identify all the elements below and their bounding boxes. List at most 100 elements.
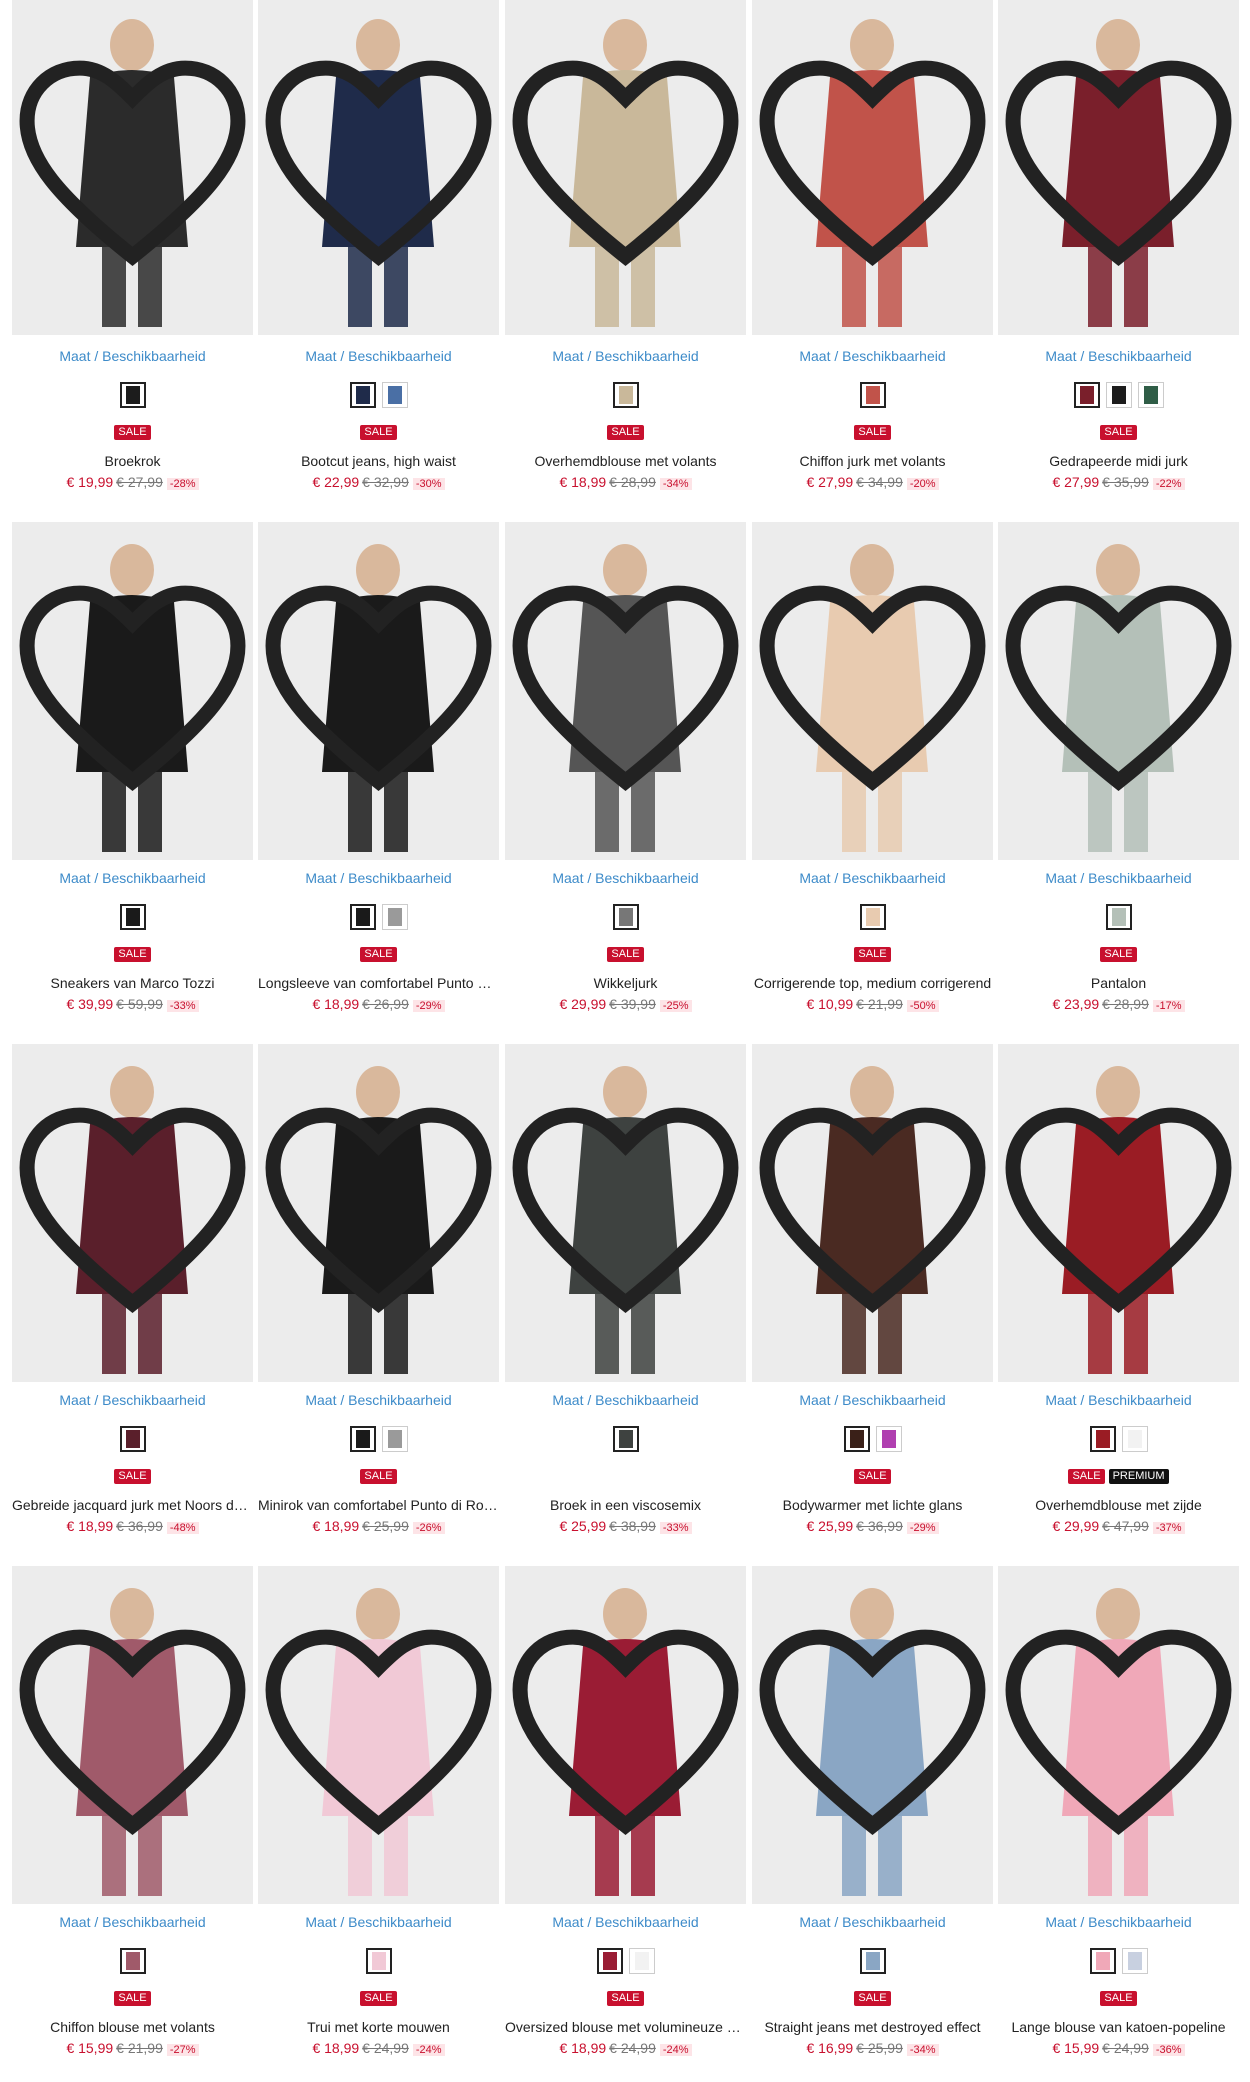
product-name[interactable]: Broekrok [12, 453, 253, 469]
product-name[interactable]: Longsleeve van comfortabel Punto di Roma [258, 975, 499, 991]
product-image[interactable] [998, 522, 1239, 860]
product-card[interactable]: Maat / Beschikbaarheid SALE Minirok van … [258, 1044, 499, 1544]
size-availability-link[interactable]: Maat / Beschikbaarheid [998, 1392, 1239, 1408]
color-swatch[interactable] [119, 1426, 146, 1452]
heart-icon[interactable] [258, 522, 499, 860]
color-swatch[interactable] [843, 1426, 870, 1452]
heart-icon[interactable] [12, 0, 253, 335]
color-swatch[interactable] [628, 1948, 655, 1974]
size-availability-link[interactable]: Maat / Beschikbaarheid [258, 1392, 499, 1408]
color-swatch[interactable] [119, 1948, 146, 1974]
product-image[interactable] [752, 1566, 993, 1904]
product-name[interactable]: Gebreide jacquard jurk met Noors dessin [12, 1497, 253, 1513]
heart-icon[interactable] [998, 1566, 1239, 1904]
product-card[interactable]: Maat / Beschikbaarheid SALE Straight jea… [752, 1566, 993, 2066]
size-availability-link[interactable]: Maat / Beschikbaarheid [998, 348, 1239, 364]
product-name[interactable]: Chiffon jurk met volants [752, 453, 993, 469]
product-card[interactable]: Maat / Beschikbaarheid SALE Bodywarmer m… [752, 1044, 993, 1544]
heart-icon[interactable] [258, 0, 499, 335]
color-swatch[interactable] [1121, 1948, 1148, 1974]
product-image[interactable] [752, 522, 993, 860]
size-availability-link[interactable]: Maat / Beschikbaarheid [12, 1914, 253, 1930]
size-availability-link[interactable]: Maat / Beschikbaarheid [258, 1914, 499, 1930]
product-image[interactable] [505, 1566, 746, 1904]
product-card[interactable]: Maat / Beschikbaarheid SALE Sneakers van… [12, 522, 253, 1022]
heart-icon[interactable] [12, 1044, 253, 1382]
color-swatch[interactable] [596, 1948, 623, 1974]
color-swatch[interactable] [1073, 382, 1100, 408]
product-card[interactable]: Maat / Beschikbaarheid SALE Lange blouse… [998, 1566, 1239, 2066]
product-card[interactable]: Maat / Beschikbaarheid SALE Trui met kor… [258, 1566, 499, 2066]
color-swatch[interactable] [119, 904, 146, 930]
size-availability-link[interactable]: Maat / Beschikbaarheid [12, 348, 253, 364]
product-name[interactable]: Overhemdblouse met volants [505, 453, 746, 469]
product-image[interactable] [258, 522, 499, 860]
product-card[interactable]: Maat / Beschikbaarheid SALE Broekrok € 1… [12, 0, 253, 500]
color-swatch[interactable] [859, 382, 886, 408]
product-card[interactable]: Maat / Beschikbaarheid SALE PREMIUM Overh… [998, 1044, 1239, 1544]
heart-icon[interactable] [998, 0, 1239, 335]
product-image[interactable] [998, 1566, 1239, 1904]
size-availability-link[interactable]: Maat / Beschikbaarheid [752, 1914, 993, 1930]
product-image[interactable] [752, 0, 993, 335]
product-card[interactable]: Maat / Beschikbaarheid SALE Gedrapeerde … [998, 0, 1239, 500]
color-swatch[interactable] [1105, 382, 1132, 408]
product-name[interactable]: Pantalon [998, 975, 1239, 991]
product-name[interactable]: Chiffon blouse met volants [12, 2019, 253, 2035]
product-image[interactable] [505, 522, 746, 860]
size-availability-link[interactable]: Maat / Beschikbaarheid [505, 1914, 746, 1930]
product-card[interactable]: Maat / Beschikbaarheid SALE Wikkeljurk €… [505, 522, 746, 1022]
color-swatch[interactable] [875, 1426, 902, 1452]
heart-icon[interactable] [998, 1044, 1239, 1382]
color-swatch[interactable] [349, 1426, 376, 1452]
product-card[interactable]: Maat / Beschikbaarheid SALE Longsleeve v… [258, 522, 499, 1022]
product-name[interactable]: Gedrapeerde midi jurk [998, 453, 1239, 469]
color-swatch[interactable] [119, 382, 146, 408]
heart-icon[interactable] [505, 522, 746, 860]
color-swatch[interactable] [349, 904, 376, 930]
product-name[interactable]: Lange blouse van katoen-popeline [998, 2019, 1239, 2035]
product-card[interactable]: Maat / Beschikbaarheid SALE Corrigerende… [752, 522, 993, 1022]
heart-icon[interactable] [258, 1566, 499, 1904]
color-swatch[interactable] [612, 382, 639, 408]
product-card[interactable]: Maat / Beschikbaarheid Broek in een visc… [505, 1044, 746, 1544]
product-name[interactable]: Oversized blouse met volumineuze mouwen [505, 2019, 746, 2035]
product-card[interactable]: Maat / Beschikbaarheid SALE Pantalon € 2… [998, 522, 1239, 1022]
product-name[interactable]: Sneakers van Marco Tozzi [12, 975, 253, 991]
color-swatch[interactable] [1121, 1426, 1148, 1452]
product-name[interactable]: Minirok van comfortabel Punto di Roma [258, 1497, 499, 1513]
size-availability-link[interactable]: Maat / Beschikbaarheid [505, 870, 746, 886]
size-availability-link[interactable]: Maat / Beschikbaarheid [505, 1392, 746, 1408]
product-name[interactable]: Broek in een viscosemix [505, 1497, 746, 1513]
heart-icon[interactable] [752, 1044, 993, 1382]
product-image[interactable] [998, 0, 1239, 335]
heart-icon[interactable] [12, 522, 253, 860]
color-swatch[interactable] [612, 1426, 639, 1452]
heart-icon[interactable] [998, 522, 1239, 860]
product-image[interactable] [12, 1044, 253, 1382]
color-swatch[interactable] [349, 382, 376, 408]
product-name[interactable]: Overhemdblouse met zijde [998, 1497, 1239, 1513]
size-availability-link[interactable]: Maat / Beschikbaarheid [258, 348, 499, 364]
size-availability-link[interactable]: Maat / Beschikbaarheid [258, 870, 499, 886]
heart-icon[interactable] [752, 0, 993, 335]
product-name[interactable]: Trui met korte mouwen [258, 2019, 499, 2035]
product-image[interactable] [258, 1566, 499, 1904]
size-availability-link[interactable]: Maat / Beschikbaarheid [12, 870, 253, 886]
product-image[interactable] [998, 1044, 1239, 1382]
product-card[interactable]: Maat / Beschikbaarheid SALE Overhemdblou… [505, 0, 746, 500]
product-image[interactable] [505, 1044, 746, 1382]
product-name[interactable]: Wikkeljurk [505, 975, 746, 991]
product-name[interactable]: Bootcut jeans, high waist [258, 453, 499, 469]
color-swatch[interactable] [365, 1948, 392, 1974]
heart-icon[interactable] [505, 1566, 746, 1904]
product-name[interactable]: Corrigerende top, medium corrigerend [752, 975, 993, 991]
product-card[interactable]: Maat / Beschikbaarheid SALE Bootcut jean… [258, 0, 499, 500]
product-image[interactable] [12, 522, 253, 860]
size-availability-link[interactable]: Maat / Beschikbaarheid [752, 870, 993, 886]
size-availability-link[interactable]: Maat / Beschikbaarheid [505, 348, 746, 364]
color-swatch[interactable] [1089, 1426, 1116, 1452]
product-card[interactable]: Maat / Beschikbaarheid SALE Oversized bl… [505, 1566, 746, 2066]
size-availability-link[interactable]: Maat / Beschikbaarheid [12, 1392, 253, 1408]
size-availability-link[interactable]: Maat / Beschikbaarheid [752, 1392, 993, 1408]
